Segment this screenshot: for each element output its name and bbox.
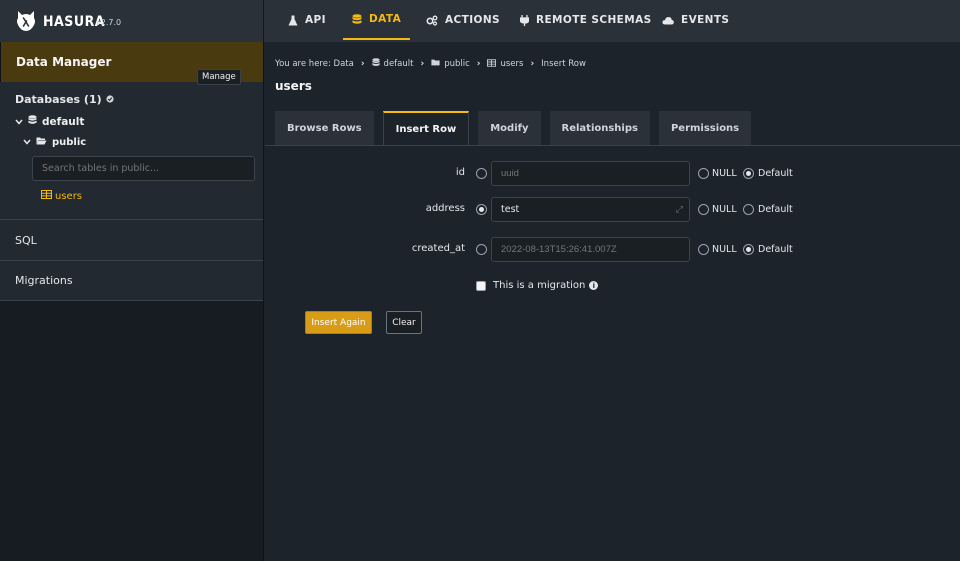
database-icon	[28, 115, 37, 128]
default-label: Default	[758, 204, 793, 215]
main-content: You are here: Data › default › public › …	[265, 42, 960, 561]
tree-database-label: default	[42, 115, 85, 128]
default-radio[interactable]	[743, 244, 754, 255]
migration-label: This is a migration	[493, 280, 586, 291]
nav-events[interactable]: EVENTS	[662, 0, 729, 40]
breadcrumb: You are here: Data › default › public › …	[275, 58, 586, 70]
flask-icon	[288, 15, 298, 26]
breadcrumb-item-current: Insert Row	[541, 59, 586, 69]
tab-divider	[265, 145, 960, 146]
sidebar-database-tree: Databases (1) Manage default public Sear…	[0, 69, 263, 219]
nav-data[interactable]: DATA	[343, 0, 411, 40]
null-radio[interactable]	[698, 244, 709, 255]
tree-database-default[interactable]: default	[15, 115, 84, 128]
search-tables-input[interactable]	[32, 156, 255, 181]
chevron-right-icon: ›	[360, 59, 365, 69]
manage-button[interactable]: Manage	[197, 69, 241, 85]
database-icon	[371, 58, 380, 70]
plug-icon	[520, 14, 529, 26]
field-row-id: id NULL Default	[265, 161, 960, 187]
brand-version: v2.7.0	[96, 18, 122, 27]
default-radio[interactable]	[743, 168, 754, 179]
database-icon	[352, 13, 362, 25]
nav-actions-label: ACTIONS	[445, 14, 500, 26]
databases-title: Databases (1)	[15, 93, 114, 106]
null-radio[interactable]	[698, 204, 709, 215]
info-icon[interactable]: i	[589, 281, 599, 290]
cloud-icon	[662, 16, 674, 25]
hasura-logo-icon	[17, 11, 35, 31]
default-label: Default	[758, 168, 793, 179]
null-label: NULL	[712, 168, 737, 179]
tab-browse-rows[interactable]: Browse Rows	[275, 111, 374, 145]
tree-table-users[interactable]: users	[41, 190, 82, 202]
table-icon	[41, 190, 52, 202]
top-navbar: HASURA v2.7.0 API DATA ACTIONS REMOTE SC…	[0, 0, 960, 42]
migration-checkbox[interactable]	[476, 280, 486, 291]
tree-table-label: users	[55, 190, 83, 202]
nav-remote-schemas[interactable]: REMOTE SCHEMAS	[520, 0, 652, 40]
default-radio[interactable]	[743, 204, 754, 215]
value-radio[interactable]	[476, 204, 487, 215]
breadcrumb-item-schema[interactable]: public	[444, 59, 470, 69]
chevron-down-icon	[23, 137, 31, 148]
field-row-address: address test ⤢ NULL Default	[265, 197, 960, 223]
breadcrumb-item-table[interactable]: users	[500, 59, 523, 69]
nav-api[interactable]: API	[288, 0, 326, 40]
field-input-address[interactable]: test ⤢	[491, 197, 690, 222]
nav-api-label: API	[305, 14, 326, 26]
breadcrumb-item-database[interactable]: default	[384, 59, 414, 69]
folder-icon	[431, 59, 440, 69]
nav-remote-schemas-label: REMOTE SCHEMAS	[536, 14, 652, 26]
tree-schema-label: public	[52, 137, 87, 148]
chevron-right-icon: ›	[530, 59, 535, 69]
cogs-icon	[426, 15, 438, 26]
field-label: id	[455, 167, 465, 178]
value-radio[interactable]	[476, 168, 487, 179]
tab-bar: Browse Rows Insert Row Modify Relationsh…	[275, 111, 752, 145]
field-label: created_at	[411, 243, 465, 254]
chevron-right-icon: ›	[420, 59, 425, 69]
page-title: users	[275, 79, 312, 93]
brand[interactable]: HASURA v2.7.0	[0, 0, 264, 42]
check-circle-icon	[106, 93, 114, 106]
sidebar-sql[interactable]: SQL	[0, 219, 263, 260]
breadcrumb-prefix[interactable]: You are here: Data	[275, 59, 354, 69]
nav-events-label: EVENTS	[681, 14, 730, 26]
value-radio[interactable]	[476, 244, 487, 255]
tab-relationships[interactable]: Relationships	[549, 111, 650, 145]
expand-icon[interactable]: ⤢	[676, 205, 683, 215]
folder-open-icon	[36, 137, 47, 148]
field-label: address	[425, 203, 465, 214]
tab-permissions[interactable]: Permissions	[658, 111, 752, 145]
nav-actions[interactable]: ACTIONS	[426, 0, 500, 40]
table-icon	[487, 58, 497, 70]
databases-title-label: Databases (1)	[15, 93, 102, 106]
null-label: NULL	[712, 244, 737, 255]
tab-insert-row[interactable]: Insert Row	[382, 111, 470, 145]
default-label: Default	[758, 244, 793, 255]
sidebar-migrations[interactable]: Migrations	[0, 260, 263, 301]
null-label: NULL	[712, 204, 737, 215]
chevron-right-icon: ›	[476, 59, 481, 69]
nav-data-label: DATA	[369, 13, 402, 25]
insert-again-button[interactable]: Insert Again	[305, 311, 372, 334]
migration-checkbox-row[interactable]: This is a migration i	[476, 280, 599, 291]
field-input-id[interactable]	[491, 161, 690, 186]
chevron-down-icon	[15, 116, 23, 128]
clear-button[interactable]: Clear	[386, 311, 422, 334]
field-row-created-at: created_at NULL Default	[265, 237, 960, 263]
null-radio[interactable]	[698, 168, 709, 179]
tab-modify[interactable]: Modify	[478, 111, 541, 145]
tree-schema-public[interactable]: public	[23, 137, 86, 148]
field-value: test	[501, 204, 520, 215]
sidebar: Data Manager Databases (1) Manage defaul…	[0, 42, 264, 561]
field-input-created-at[interactable]	[491, 237, 690, 262]
